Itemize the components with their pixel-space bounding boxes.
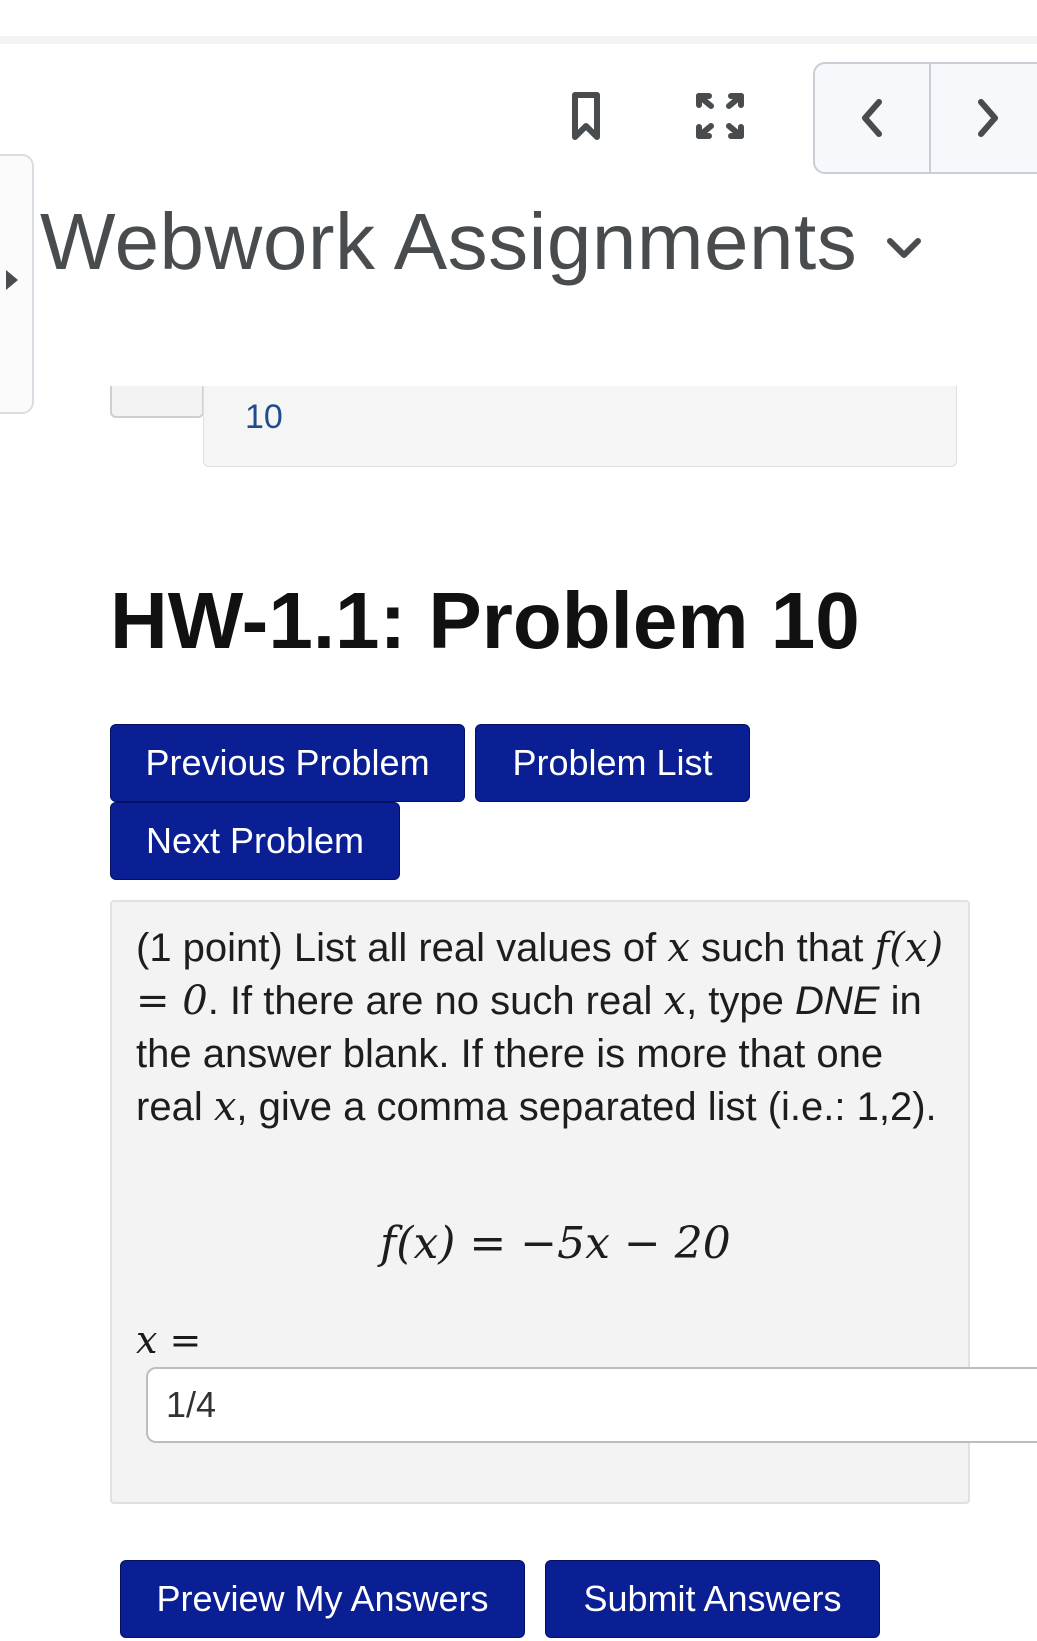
breadcrumb-text[interactable]: 10 <box>245 398 283 437</box>
submit-answers-button[interactable]: Submit Answers <box>545 1560 880 1638</box>
math-variable: x <box>213 1084 237 1130</box>
problem-text-part: (1 point) List all real values of <box>136 926 668 970</box>
top-divider <box>0 36 1037 44</box>
bookmark-button[interactable] <box>556 84 616 148</box>
fullscreen-button[interactable] <box>690 84 750 148</box>
previous-topic-button[interactable] <box>815 64 929 172</box>
previous-problem-button[interactable]: Previous Problem <box>110 724 465 802</box>
problem-text-part: , type <box>686 979 796 1023</box>
answer-input[interactable] <box>146 1367 1037 1443</box>
answer-label: x = <box>136 1318 202 1362</box>
topic-pager <box>813 62 1037 174</box>
next-topic-button[interactable] <box>931 64 1037 172</box>
next-problem-button[interactable]: Next Problem <box>110 802 400 880</box>
preview-answers-button[interactable]: Preview My Answers <box>120 1560 525 1638</box>
course-title[interactable]: Webwork Assignments <box>40 196 857 288</box>
problem-title: HW-1.1: Problem 10 <box>110 576 860 665</box>
bookmark-icon <box>572 92 600 140</box>
problem-statement: (1 point) List all real values of x such… <box>136 922 954 1134</box>
dne-text: DNE <box>795 979 880 1023</box>
problem-text-part: , give a comma separated list (i.e.: 1,2… <box>236 1085 937 1129</box>
function-equation: f(x) = −5x − 20 <box>380 1218 731 1269</box>
breadcrumb-tab[interactable] <box>110 386 204 418</box>
problem-list-button[interactable]: Problem List <box>475 724 750 802</box>
problem-text-part: such that <box>689 926 875 970</box>
problem-text-part: . If there are no such real <box>207 979 664 1023</box>
breadcrumb-panel <box>203 386 957 467</box>
chevron-down-icon[interactable] <box>886 236 922 260</box>
chevron-right-icon <box>978 99 998 137</box>
caret-right-icon <box>6 270 18 290</box>
math-variable: x <box>667 925 690 971</box>
fullscreen-icon <box>696 93 744 139</box>
chevron-left-icon <box>862 99 882 137</box>
math-variable: x <box>663 978 687 1024</box>
